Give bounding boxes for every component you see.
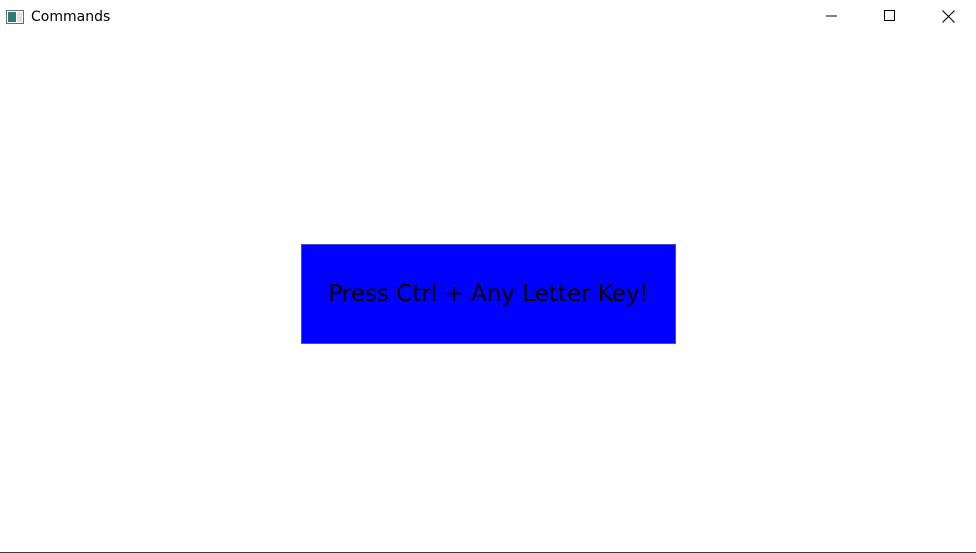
maximize-button[interactable] bbox=[861, 0, 919, 32]
content-area: Press Ctrl + Any Letter Key! bbox=[0, 32, 976, 552]
title-bar[interactable]: Commands bbox=[0, 0, 976, 32]
close-icon bbox=[941, 9, 955, 23]
minimize-button[interactable] bbox=[803, 0, 861, 32]
maximize-icon bbox=[884, 10, 896, 22]
app-window: Commands Press Ctrl + Any Letter Key! bbox=[0, 0, 976, 553]
window-app-icon bbox=[6, 9, 24, 24]
prompt-text: Press Ctrl + Any Letter Key! bbox=[328, 281, 649, 307]
minimize-icon bbox=[826, 10, 838, 22]
close-button[interactable] bbox=[919, 0, 976, 32]
command-target-box[interactable]: Press Ctrl + Any Letter Key! bbox=[301, 244, 676, 344]
window-title: Commands bbox=[31, 9, 111, 25]
